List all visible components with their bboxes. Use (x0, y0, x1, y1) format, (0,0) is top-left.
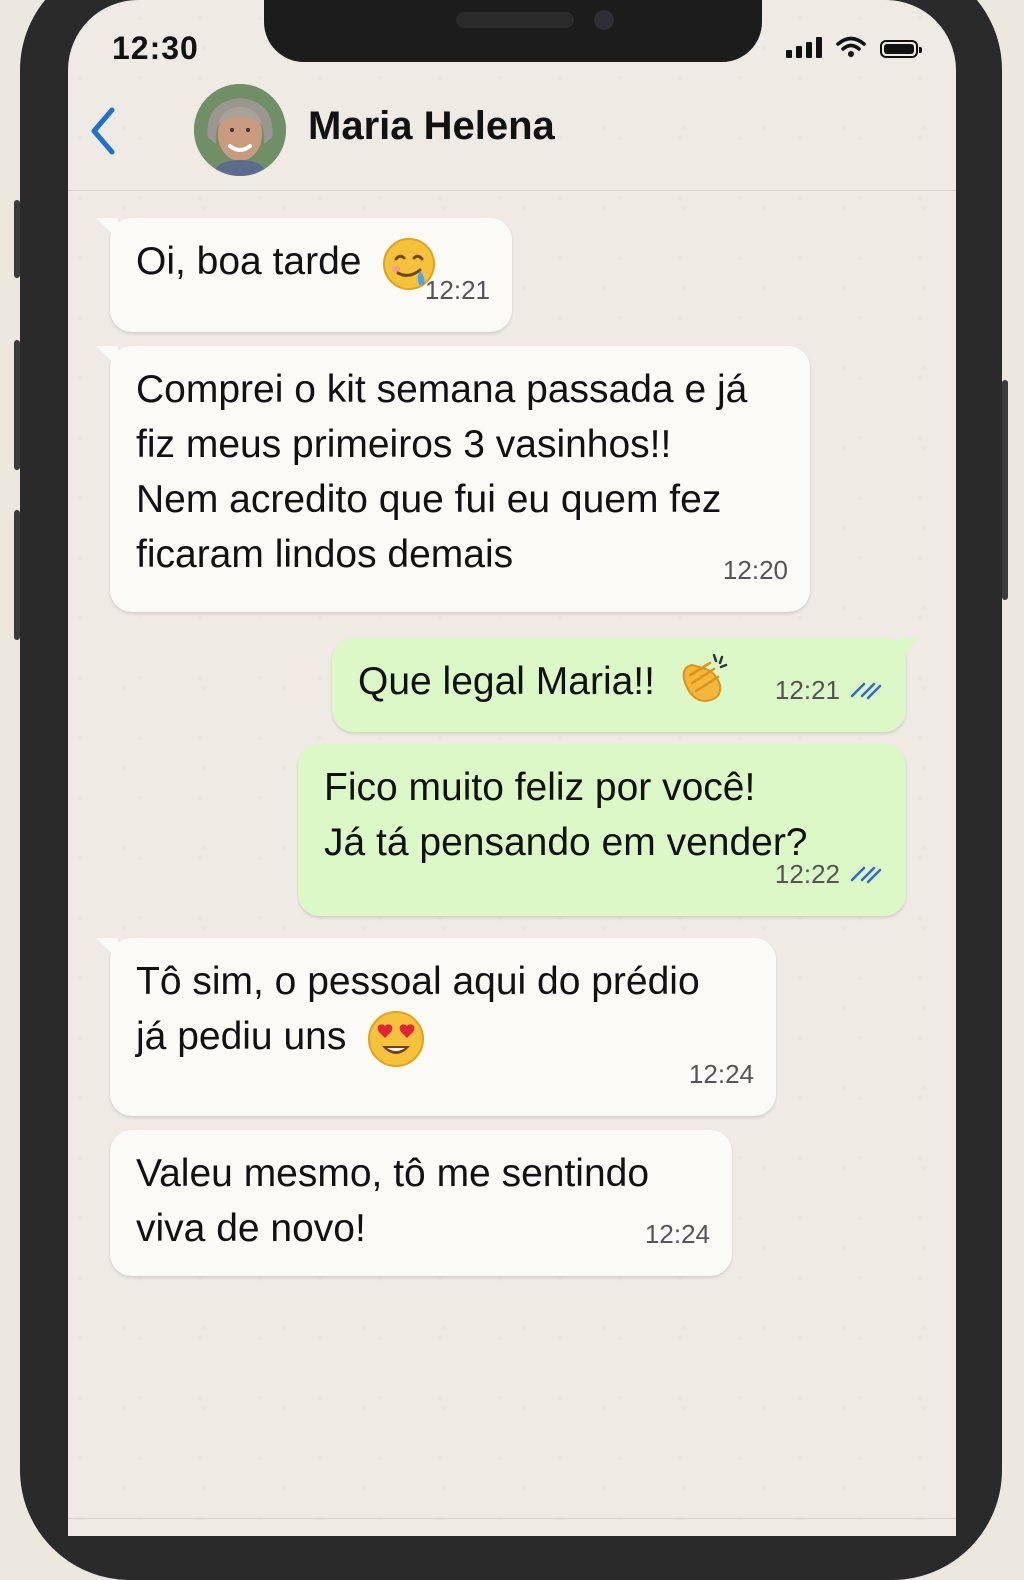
message-bubble-outgoing[interactable]: Que legal Maria!! 12:21 (332, 638, 920, 732)
cellular-signal-icon (786, 36, 822, 58)
contact-name[interactable]: Maria Helena (308, 104, 555, 149)
contact-avatar[interactable] (194, 84, 286, 176)
clapping-hands-icon (682, 653, 728, 702)
status-icons (786, 36, 922, 58)
chat-header: Maria Helena (68, 80, 956, 191)
chat-screen: 12:30 Maria Helena Oi, boa tarde 12:21 C… (68, 0, 956, 1536)
message-bubble-incoming[interactable]: Oi, boa tarde 12:21 (96, 218, 512, 332)
message-meta: 12:22 (775, 847, 884, 902)
status-time: 12:30 (112, 30, 199, 66)
back-chevron-icon[interactable] (84, 104, 124, 158)
message-time: 12:24 (644, 1219, 710, 1249)
phone-side-button (14, 510, 20, 640)
message-text: Valeu mesmo, tô me sentindo viva de novo… (136, 1152, 650, 1250)
heart-eyes-icon (368, 1010, 425, 1067)
double-check-read-icon (850, 866, 882, 883)
message-meta: 12:20 (723, 543, 788, 598)
phone-side-button (14, 200, 20, 278)
message-bubble-incoming[interactable]: Valeu mesmo, tô me sentindo viva de novo… (110, 1130, 732, 1276)
message-meta: 12:21 (775, 663, 884, 718)
message-time: 12:22 (774, 859, 840, 889)
message-text: Que legal Maria!! (358, 660, 655, 703)
message-text: Oi, boa tarde (136, 240, 362, 283)
speaker-grille (456, 12, 574, 28)
wifi-icon (836, 36, 866, 57)
battery-icon (880, 40, 922, 58)
message-bubble-incoming[interactable]: Tô sim, o pessoal aqui do prédio já pedi… (96, 938, 776, 1116)
message-text: Comprei o kit semana passada e já fiz me… (136, 368, 748, 576)
double-check-read-icon (850, 682, 882, 699)
phone-notch (264, 0, 762, 62)
message-time: 12:20 (722, 555, 788, 585)
message-time: 12:21 (424, 275, 490, 305)
message-bubble-outgoing[interactable]: Fico muito feliz por você! Já tá pensand… (298, 744, 906, 916)
phone-side-button (14, 340, 20, 470)
message-meta: 12:24 (689, 1047, 754, 1102)
message-time: 12:21 (774, 675, 840, 705)
message-meta: 12:21 (425, 263, 490, 318)
front-camera (594, 10, 614, 30)
message-time: 12:24 (688, 1059, 754, 1089)
phone-side-button (1002, 380, 1008, 600)
bottom-divider (68, 1518, 956, 1519)
message-bubble-incoming[interactable]: Comprei o kit semana passada e já fiz me… (96, 346, 810, 612)
message-meta: 12:24 (645, 1207, 710, 1262)
